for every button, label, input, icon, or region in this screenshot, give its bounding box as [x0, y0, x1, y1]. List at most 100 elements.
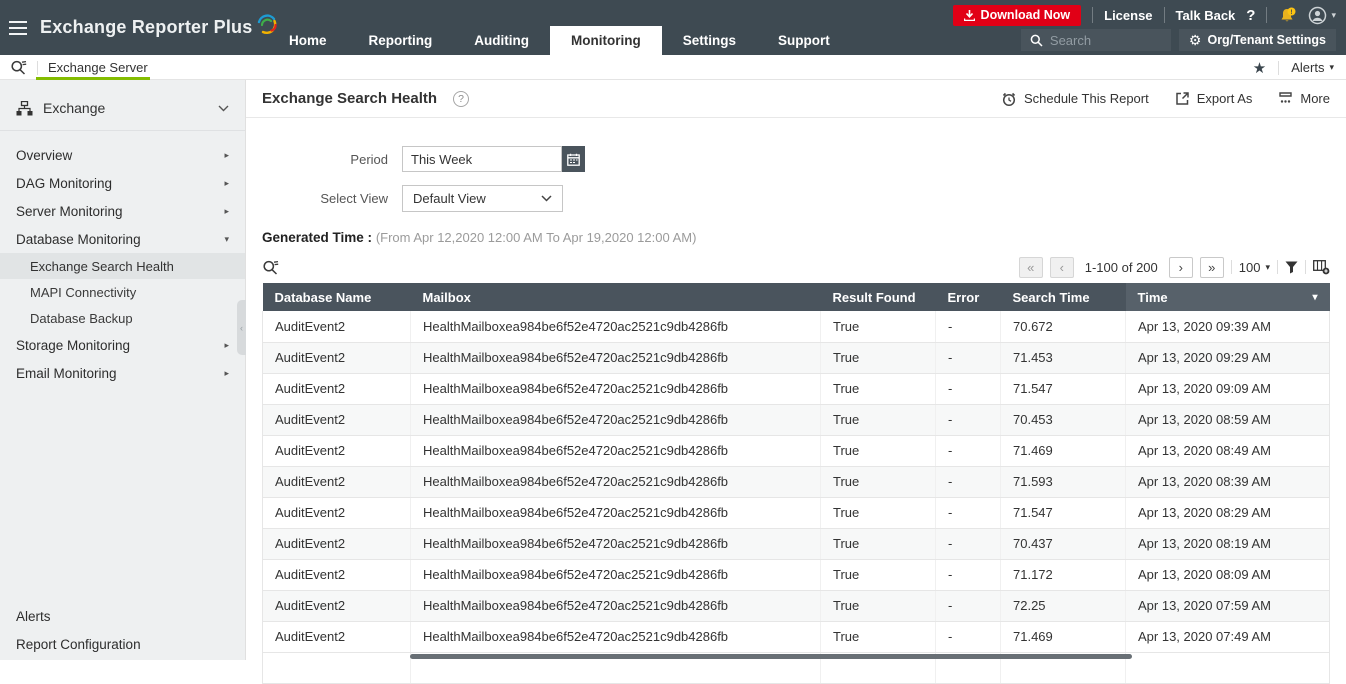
- main-content: Exchange Search Health ? Schedule This R…: [246, 80, 1346, 660]
- table-row[interactable]: AuditEvent2 HealthMailboxea984be6f52e472…: [263, 559, 1330, 590]
- cell-error: -: [936, 559, 1001, 590]
- pagination: « ‹ 1-100 of 200 › » 100 ▾: [1019, 257, 1330, 278]
- sidebar-item-email-monitoring[interactable]: Email Monitoring ▸: [0, 359, 245, 387]
- favorite-star-icon[interactable]: ★: [1253, 59, 1266, 77]
- hierarchy-icon: [16, 101, 33, 116]
- next-page-button[interactable]: ›: [1169, 257, 1193, 278]
- cell-database-name: AuditEvent2: [263, 342, 411, 373]
- cell-result-found: True: [821, 435, 936, 466]
- sidebar-subitem-exchange-search-health[interactable]: Exchange Search Health: [0, 253, 245, 279]
- sidebar-item-database-monitoring[interactable]: Database Monitoring ▾: [0, 225, 245, 253]
- table-row[interactable]: AuditEvent2 HealthMailboxea984be6f52e472…: [263, 435, 1330, 466]
- cell-result-found: True: [821, 466, 936, 497]
- generated-time: Generated Time : (From Apr 12,2020 12:00…: [262, 230, 1330, 245]
- sidebar-subitem-mapi-connectivity[interactable]: MAPI Connectivity: [0, 279, 245, 305]
- sidebar-item-report-configuration[interactable]: Report Configuration: [0, 630, 245, 658]
- table-row[interactable]: AuditEvent2 HealthMailboxea984be6f52e472…: [263, 590, 1330, 621]
- period-label: Period: [246, 152, 388, 167]
- notification-bell-icon[interactable]: !: [1278, 6, 1297, 25]
- alarm-clock-icon: [1001, 91, 1017, 107]
- cell-result-found: True: [821, 342, 936, 373]
- more-button[interactable]: More: [1278, 91, 1330, 106]
- cell-mailbox: HealthMailboxea984be6f52e4720ac2521c9db4…: [411, 466, 821, 497]
- nav-tab-monitoring[interactable]: Monitoring: [550, 26, 662, 55]
- prev-page-button[interactable]: ‹: [1050, 257, 1074, 278]
- license-link[interactable]: License: [1104, 8, 1152, 23]
- sidebar-collapse-handle[interactable]: ‹: [237, 300, 246, 355]
- cell-mailbox: HealthMailboxea984be6f52e4720ac2521c9db4…: [411, 497, 821, 528]
- sidebar-group-exchange[interactable]: Exchange: [0, 80, 245, 131]
- table-toolbar: « ‹ 1-100 of 200 › » 100 ▾: [262, 253, 1330, 281]
- user-account-menu[interactable]: ▾: [1308, 6, 1336, 25]
- alerts-dropdown[interactable]: Alerts ▾: [1291, 60, 1334, 75]
- cell-mailbox: HealthMailboxea984be6f52e4720ac2521c9db4…: [411, 342, 821, 373]
- cell-time: Apr 13, 2020 09:39 AM: [1126, 311, 1330, 342]
- cell-error: -: [936, 342, 1001, 373]
- view-select[interactable]: Default View: [402, 185, 563, 212]
- help-icon[interactable]: ?: [1246, 7, 1255, 24]
- arrow-right-icon: ▸: [224, 340, 229, 351]
- last-page-button[interactable]: »: [1200, 257, 1224, 278]
- calendar-button[interactable]: [562, 146, 585, 172]
- sidebar-item-alerts[interactable]: Alerts: [0, 602, 245, 630]
- nav-tab-support[interactable]: Support: [757, 26, 851, 55]
- table-row[interactable]: AuditEvent2 HealthMailboxea984be6f52e472…: [263, 621, 1330, 652]
- period-input[interactable]: [402, 146, 562, 172]
- advanced-search-icon[interactable]: [10, 59, 27, 76]
- sidebar-item-server-monitoring[interactable]: Server Monitoring ▸: [0, 197, 245, 225]
- table-row[interactable]: AuditEvent2 HealthMailboxea984be6f52e472…: [263, 466, 1330, 497]
- nav-tab-reporting[interactable]: Reporting: [348, 26, 454, 55]
- schedule-report-button[interactable]: Schedule This Report: [1001, 91, 1149, 107]
- cell-error: -: [936, 466, 1001, 497]
- sidebar-item-dag-monitoring[interactable]: DAG Monitoring ▸: [0, 169, 245, 197]
- column-header-error[interactable]: Error: [936, 283, 1001, 311]
- hamburger-menu-icon[interactable]: [0, 0, 36, 55]
- table-search-icon[interactable]: [262, 259, 279, 276]
- divider: [1278, 61, 1279, 75]
- column-header-search-time[interactable]: Search Time: [1001, 283, 1126, 311]
- cell-time: Apr 13, 2020 08:49 AM: [1126, 435, 1330, 466]
- table-row[interactable]: AuditEvent2 HealthMailboxea984be6f52e472…: [263, 342, 1330, 373]
- table-row[interactable]: AuditEvent2 HealthMailboxea984be6f52e472…: [263, 311, 1330, 342]
- column-header-time[interactable]: ▾ Time: [1126, 283, 1330, 311]
- filter-funnel-icon[interactable]: [1285, 261, 1298, 274]
- first-page-button[interactable]: «: [1019, 257, 1043, 278]
- nav-tab-settings[interactable]: Settings: [662, 26, 757, 55]
- cell-search-time: 71.469: [1001, 621, 1126, 652]
- help-circle-icon[interactable]: ?: [453, 91, 469, 107]
- tab-exchange-server[interactable]: Exchange Server: [48, 60, 148, 75]
- add-column-icon[interactable]: [1313, 260, 1330, 275]
- cell-result-found: True: [821, 528, 936, 559]
- cell-database-name: AuditEvent2: [263, 373, 411, 404]
- export-as-button[interactable]: Export As: [1175, 91, 1253, 106]
- sidebar-item-overview[interactable]: Overview ▸: [0, 141, 245, 169]
- cell-error: -: [936, 590, 1001, 621]
- sidebar-subitem-database-backup[interactable]: Database Backup: [0, 305, 245, 331]
- table-row[interactable]: AuditEvent2 HealthMailboxea984be6f52e472…: [263, 497, 1330, 528]
- page-title: Exchange Search Health: [262, 90, 437, 107]
- download-now-button[interactable]: Download Now: [953, 5, 1082, 26]
- column-header-mailbox[interactable]: Mailbox: [411, 283, 821, 311]
- table-row[interactable]: AuditEvent2 HealthMailboxea984be6f52e472…: [263, 373, 1330, 404]
- cell-time: Apr 13, 2020 07:49 AM: [1126, 621, 1330, 652]
- sidebar-item-storage-monitoring[interactable]: Storage Monitoring ▸: [0, 331, 245, 359]
- horizontal-scrollbar[interactable]: [410, 654, 1132, 659]
- chevron-down-icon: ▾: [1265, 262, 1270, 273]
- divider: [1164, 7, 1165, 23]
- cell-time: Apr 13, 2020 08:19 AM: [1126, 528, 1330, 559]
- cell-mailbox: HealthMailboxea984be6f52e4720ac2521c9db4…: [411, 590, 821, 621]
- column-header-result-found[interactable]: Result Found: [821, 283, 936, 311]
- global-search-input[interactable]: Search: [1021, 29, 1171, 51]
- page-size-select[interactable]: 100 ▾: [1239, 260, 1270, 275]
- table-row[interactable]: AuditEvent2 HealthMailboxea984be6f52e472…: [263, 404, 1330, 435]
- cell-time: Apr 13, 2020 08:39 AM: [1126, 466, 1330, 497]
- table-row[interactable]: AuditEvent2 HealthMailboxea984be6f52e472…: [263, 528, 1330, 559]
- column-header-database-name[interactable]: Database Name: [263, 283, 411, 311]
- talk-back-link[interactable]: Talk Back: [1176, 8, 1236, 23]
- org-tenant-settings-button[interactable]: ⚙ Org/Tenant Settings: [1179, 29, 1336, 51]
- cell-mailbox: HealthMailboxea984be6f52e4720ac2521c9db4…: [411, 621, 821, 652]
- top-header-bar: Exchange Reporter Plus Home Reporting Au…: [0, 0, 1346, 55]
- nav-tab-auditing[interactable]: Auditing: [453, 26, 550, 55]
- cell-mailbox: HealthMailboxea984be6f52e4720ac2521c9db4…: [411, 311, 821, 342]
- nav-tab-home[interactable]: Home: [268, 26, 348, 55]
